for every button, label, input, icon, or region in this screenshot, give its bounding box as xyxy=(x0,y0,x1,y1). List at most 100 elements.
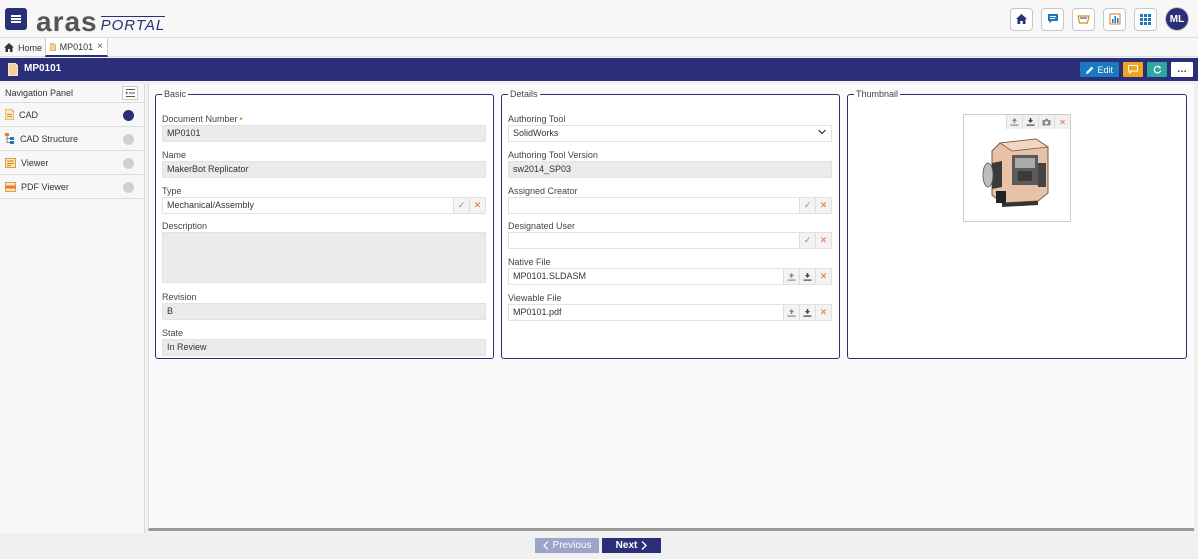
description-field-group: Description xyxy=(162,220,486,283)
assigned-creator-field[interactable]: ✓ ✕ xyxy=(508,197,832,214)
clear-icon[interactable]: ✕ xyxy=(815,233,831,248)
status-dot xyxy=(123,158,134,169)
check-icon[interactable]: ✓ xyxy=(799,233,815,248)
top-bar: aras PORTAL ML xyxy=(0,0,1198,38)
type-label: Type xyxy=(162,186,182,196)
clear-icon[interactable]: ✕ xyxy=(1054,115,1070,129)
refresh-icon xyxy=(1153,65,1161,74)
sidebar-item-label: CAD xyxy=(19,109,39,120)
thumbnail-image-frame: ✕ xyxy=(963,114,1071,222)
native-file-field[interactable]: MP0101.SLDASM ✕ xyxy=(508,268,832,285)
sidebar-item-label: Viewer xyxy=(21,157,49,168)
footer: Previous Next xyxy=(0,533,1198,559)
tab-home[interactable]: Home xyxy=(0,38,46,57)
type-value: Mechanical/Assembly xyxy=(167,200,255,210)
native-file-label: Native File xyxy=(508,257,551,267)
sidebar-item-cad[interactable]: CAD xyxy=(0,103,144,127)
viewable-file-value: MP0101.pdf xyxy=(513,307,562,317)
basic-group: Basic Document Number • MP0101 Name Maker… xyxy=(155,89,494,359)
refresh-button[interactable] xyxy=(1147,62,1167,77)
report-icon[interactable] xyxy=(1103,7,1126,31)
status-dot xyxy=(123,182,134,193)
authoring-tool-select[interactable]: SolidWorks xyxy=(508,125,832,142)
logo-main: aras xyxy=(36,6,98,37)
authoring-tool-version-field[interactable]: sw2014_SP03 xyxy=(508,161,832,178)
status-dot xyxy=(123,110,134,121)
tab-mp0101-label: MP0101 xyxy=(59,41,94,52)
basic-legend: Basic xyxy=(164,89,187,99)
viewer-icon xyxy=(5,157,16,168)
document-icon xyxy=(8,63,18,76)
apps-grid-icon[interactable] xyxy=(1134,7,1157,31)
name-label: Name xyxy=(162,150,187,160)
clear-icon[interactable]: ✕ xyxy=(815,305,831,320)
clear-icon[interactable]: ✕ xyxy=(815,198,831,213)
name-field[interactable]: MakerBot Replicator xyxy=(162,161,486,178)
tab-mp0101[interactable]: MP0101 × xyxy=(45,38,108,57)
tabs-row: Home MP0101 × xyxy=(0,38,1198,57)
chevron-down-icon xyxy=(818,129,826,135)
check-icon[interactable]: ✓ xyxy=(453,198,469,213)
pencil-icon xyxy=(1086,66,1094,74)
assigned-creator-label: Assigned Creator xyxy=(508,186,578,196)
revision-field-group: Revision B xyxy=(162,291,486,320)
download-icon[interactable] xyxy=(799,269,815,284)
chevron-left-icon xyxy=(542,541,548,550)
item-title-bar: MP0101 Edit … xyxy=(0,58,1198,81)
chat-icon[interactable] xyxy=(1041,7,1064,31)
camera-icon[interactable] xyxy=(1038,115,1054,129)
download-icon[interactable] xyxy=(799,305,815,320)
sidebar-item-label: PDF Viewer xyxy=(21,181,69,192)
thumbnail-group: Thumbnail ✕ xyxy=(847,89,1187,359)
type-field-group: Type Mechanical/Assembly ✓ ✕ xyxy=(162,185,486,214)
edit-button[interactable]: Edit xyxy=(1080,62,1119,77)
avatar[interactable]: ML xyxy=(1165,7,1189,31)
document-number-label: Document Number xyxy=(162,114,238,124)
clear-icon[interactable]: ✕ xyxy=(815,269,831,284)
logo-sub: PORTAL xyxy=(100,16,166,34)
native-file-field-group: Native File MP0101.SLDASM ✕ xyxy=(508,256,832,285)
previous-label: Previous xyxy=(552,540,592,551)
upload-icon[interactable] xyxy=(1006,115,1022,129)
designated-user-field[interactable]: ✓ ✕ xyxy=(508,232,832,249)
sidebar-item-cad-structure[interactable]: CAD Structure xyxy=(0,127,144,151)
upload-icon[interactable] xyxy=(783,269,799,284)
designated-user-label: Designated User xyxy=(508,221,576,231)
edit-button-label: Edit xyxy=(1097,64,1113,75)
details-group: Details Authoring Tool SolidWorks Author… xyxy=(501,89,840,359)
state-label: State xyxy=(162,328,184,338)
comment-icon xyxy=(1128,65,1138,74)
close-icon[interactable]: × xyxy=(97,41,103,52)
check-icon[interactable]: ✓ xyxy=(799,198,815,213)
authoring-tool-value: SolidWorks xyxy=(513,128,559,138)
next-label: Next xyxy=(615,540,638,551)
download-icon[interactable] xyxy=(1022,115,1038,129)
previous-button[interactable]: Previous xyxy=(535,538,599,553)
collapse-panel-icon[interactable] xyxy=(122,86,138,100)
type-field[interactable]: Mechanical/Assembly ✓ ✕ xyxy=(162,197,486,214)
menu-icon[interactable] xyxy=(5,8,27,30)
document-number-field[interactable]: MP0101 xyxy=(162,125,486,142)
item-form: Basic Document Number • MP0101 Name Maker… xyxy=(148,84,1194,531)
viewable-file-field[interactable]: MP0101.pdf ✕ xyxy=(508,304,832,321)
clear-icon[interactable]: ✕ xyxy=(469,198,485,213)
next-button[interactable]: Next xyxy=(602,538,661,553)
designated-user-field-group: Designated User ✓ ✕ xyxy=(508,220,832,249)
discussion-button[interactable] xyxy=(1123,62,1143,77)
tab-home-label: Home xyxy=(18,42,43,53)
state-field[interactable]: In Review xyxy=(162,339,486,356)
sidebar-item-pdf-viewer[interactable]: PDF Viewer xyxy=(0,175,144,199)
nav-header: Navigation Panel xyxy=(0,84,144,103)
revision-label: Revision xyxy=(162,292,197,302)
more-button[interactable]: … xyxy=(1171,62,1193,77)
revision-field[interactable]: B xyxy=(162,303,486,320)
home-icon[interactable] xyxy=(1010,7,1033,31)
document-icon xyxy=(50,42,56,51)
sidebar-item-viewer[interactable]: Viewer xyxy=(0,151,144,175)
native-file-value: MP0101.SLDASM xyxy=(513,271,587,281)
basket-icon[interactable] xyxy=(1072,7,1095,31)
description-field[interactable] xyxy=(162,232,486,283)
pdf-icon xyxy=(5,181,16,192)
sidebar-item-label: CAD Structure xyxy=(20,133,79,144)
upload-icon[interactable] xyxy=(783,305,799,320)
